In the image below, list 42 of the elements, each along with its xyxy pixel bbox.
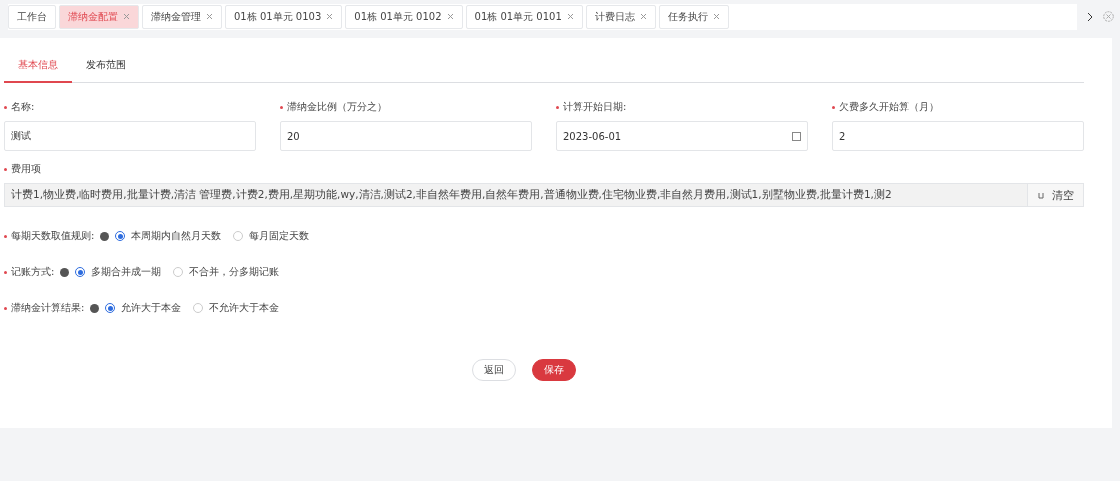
section-tab[interactable]: 基本信息	[4, 50, 72, 83]
radio-option[interactable]: 不合并，分多期记账	[173, 265, 280, 279]
help-icon[interactable]	[60, 267, 70, 277]
radio-option[interactable]: 每月固定天数	[233, 229, 310, 243]
page-tab[interactable]: 01栋 01单元 0101	[465, 4, 583, 29]
input-field[interactable]: 20	[280, 121, 532, 151]
close-icon[interactable]	[326, 13, 334, 20]
radio-option[interactable]: 允许大于本金	[105, 301, 182, 315]
field-label: 欠费多久开始算（月）	[832, 100, 939, 114]
page-tab[interactable]: 01栋 01单元 0102	[345, 4, 463, 29]
save-button[interactable]: 保存	[532, 359, 576, 381]
close-icon[interactable]	[206, 13, 213, 20]
page-tab[interactable]: 滞纳金管理	[142, 4, 222, 29]
radio-option[interactable]: 多期合并成一期	[75, 265, 162, 279]
close-icon[interactable]	[123, 13, 130, 20]
chevron-right-icon[interactable]	[1086, 11, 1094, 22]
close-icon[interactable]	[712, 13, 720, 20]
field-label: 费用项	[4, 162, 41, 176]
page-tab[interactable]: 工作台	[8, 4, 56, 29]
page-tab[interactable]: 01栋 01单元 0103	[225, 4, 343, 29]
close-icon[interactable]	[639, 13, 647, 20]
close-circle-icon[interactable]	[1103, 11, 1114, 22]
back-button[interactable]: 返回	[472, 359, 516, 381]
close-icon[interactable]	[566, 13, 574, 20]
field-label: 滞纳金比例（万分之）	[280, 100, 387, 114]
close-icon[interactable]	[446, 13, 454, 20]
field-label: 计算开始日期:	[556, 100, 627, 114]
help-icon[interactable]	[90, 303, 100, 313]
help-icon[interactable]	[100, 231, 110, 241]
date-field[interactable]: 2023-06-01	[556, 121, 808, 151]
input-field[interactable]: 测试	[4, 121, 256, 151]
calendar-icon	[792, 131, 801, 141]
radio-option[interactable]: 本周期内自然月天数	[115, 229, 222, 243]
field-label: 名称:	[4, 100, 35, 114]
field-label: 每期天数取值规则:	[4, 229, 95, 243]
page-tab[interactable]: 任务执行	[658, 4, 729, 29]
section-tab[interactable]: 发布范围	[72, 50, 140, 83]
page-tab[interactable]: 计费日志	[585, 4, 656, 29]
radio-option[interactable]: 不允许大于本金	[193, 301, 280, 315]
input-field[interactable]: 2	[832, 121, 1084, 151]
field-label: 滞纳金计算结果:	[4, 301, 85, 315]
field-label: 记账方式:	[4, 265, 55, 279]
